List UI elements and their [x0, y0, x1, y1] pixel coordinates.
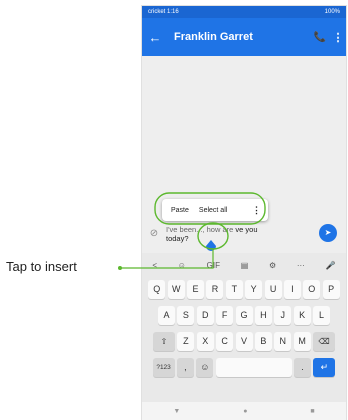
callout-leader-dot	[118, 266, 122, 270]
comma-key[interactable]: ,	[176, 358, 194, 377]
text-context-menu: Paste Select all ⋮	[162, 199, 268, 221]
message-thread-area	[142, 56, 346, 206]
contact-name-title: Franklin Garret	[174, 31, 253, 43]
message-line-1-faded: I've been..., how are	[166, 225, 234, 234]
back-arrow-icon[interactable]: ←	[142, 30, 168, 45]
key-row-1: Q W E R T Y U I O P	[142, 280, 346, 299]
carrier-time: cricket 1:16	[148, 9, 179, 15]
key-d[interactable]: D	[196, 306, 214, 325]
gif-button[interactable]: GIF	[207, 261, 220, 270]
emoji-key-icon[interactable]: ☺	[196, 358, 214, 377]
key-q[interactable]: Q	[148, 280, 166, 299]
message-line-1: I've been..., how are ve you	[166, 225, 315, 234]
settings-icon[interactable]: ⚙	[269, 261, 276, 270]
select-all-button[interactable]: Select all	[199, 207, 227, 214]
system-nav-bar: ▼ ● ■	[142, 402, 346, 420]
key-a[interactable]: A	[158, 306, 175, 325]
microphone-icon[interactable]: 🎤	[326, 261, 336, 270]
key-m[interactable]: M	[293, 332, 311, 351]
numbers-key[interactable]: ?123	[152, 358, 175, 377]
key-r[interactable]: R	[206, 280, 224, 299]
key-n[interactable]: N	[274, 332, 292, 351]
overflow-menu-icon[interactable]: ⋮	[330, 31, 346, 44]
more-options-icon[interactable]: ···	[297, 261, 305, 270]
key-c[interactable]: C	[216, 332, 234, 351]
key-row-2: A S D F G H J K L	[142, 306, 346, 325]
key-u[interactable]: U	[264, 280, 282, 299]
message-line-2: today?	[166, 234, 189, 243]
key-l[interactable]: L	[313, 306, 330, 325]
message-line-1-text: ve you	[235, 225, 258, 234]
phone-screen: cricket 1:16 100% ← Franklin Garret 📞 ⋮ …	[142, 6, 346, 420]
period-key[interactable]: .	[294, 358, 312, 377]
key-h[interactable]: H	[254, 306, 272, 325]
backspace-key-icon[interactable]: ⌫	[313, 332, 335, 351]
key-s[interactable]: S	[177, 306, 195, 325]
key-t[interactable]: T	[225, 280, 243, 299]
key-f[interactable]: F	[216, 306, 234, 325]
key-y[interactable]: Y	[245, 280, 263, 299]
nav-back-icon[interactable]: ▼	[173, 408, 180, 415]
app-bar: ← Franklin Garret 📞 ⋮	[142, 18, 346, 56]
space-bar[interactable]	[215, 358, 292, 377]
key-w[interactable]: W	[167, 280, 185, 299]
status-bar: cricket 1:16 100%	[142, 6, 346, 18]
nav-home-icon[interactable]: ●	[243, 408, 247, 415]
phone-call-icon[interactable]: 📞	[310, 32, 330, 43]
sticker-icon[interactable]: ☺	[178, 261, 186, 270]
collapse-icon[interactable]: <	[152, 261, 157, 270]
paste-button[interactable]: Paste	[171, 207, 189, 214]
key-b[interactable]: B	[254, 332, 272, 351]
key-v[interactable]: V	[235, 332, 253, 351]
send-icon[interactable]: ➤	[319, 224, 337, 242]
keyboard-toolbar: < ☺ GIF ▤ ⚙ ··· 🎤	[142, 253, 346, 277]
shift-key-icon[interactable]: ⇧	[153, 332, 175, 351]
key-x[interactable]: X	[196, 332, 214, 351]
key-z[interactable]: Z	[177, 332, 195, 351]
battery-level: 100%	[324, 9, 340, 15]
key-k[interactable]: K	[293, 306, 311, 325]
attach-icon[interactable]: ⊘	[142, 228, 166, 239]
key-o[interactable]: O	[303, 280, 321, 299]
nav-recents-icon[interactable]: ■	[310, 408, 314, 415]
key-g[interactable]: G	[235, 306, 253, 325]
key-e[interactable]: E	[187, 280, 205, 299]
message-input[interactable]: I've been..., how are ve you today?	[166, 223, 315, 243]
key-row-3: ⇧ Z X C V B N M ⌫	[142, 332, 346, 351]
key-i[interactable]: I	[283, 280, 301, 299]
clipboard-icon[interactable]: ▤	[241, 261, 249, 270]
key-row-4: ?123 , ☺ . ↵	[142, 358, 346, 377]
key-j[interactable]: J	[274, 306, 292, 325]
insertion-handle-icon[interactable]	[206, 240, 216, 254]
enter-key-icon[interactable]: ↵	[313, 358, 336, 377]
key-p[interactable]: P	[322, 280, 340, 299]
keyboard: < ☺ GIF ▤ ⚙ ··· 🎤 Q W E R T Y U I O P A …	[142, 253, 346, 402]
context-more-icon[interactable]: ⋮	[252, 205, 261, 216]
callout-label: Tap to insert	[6, 259, 77, 274]
